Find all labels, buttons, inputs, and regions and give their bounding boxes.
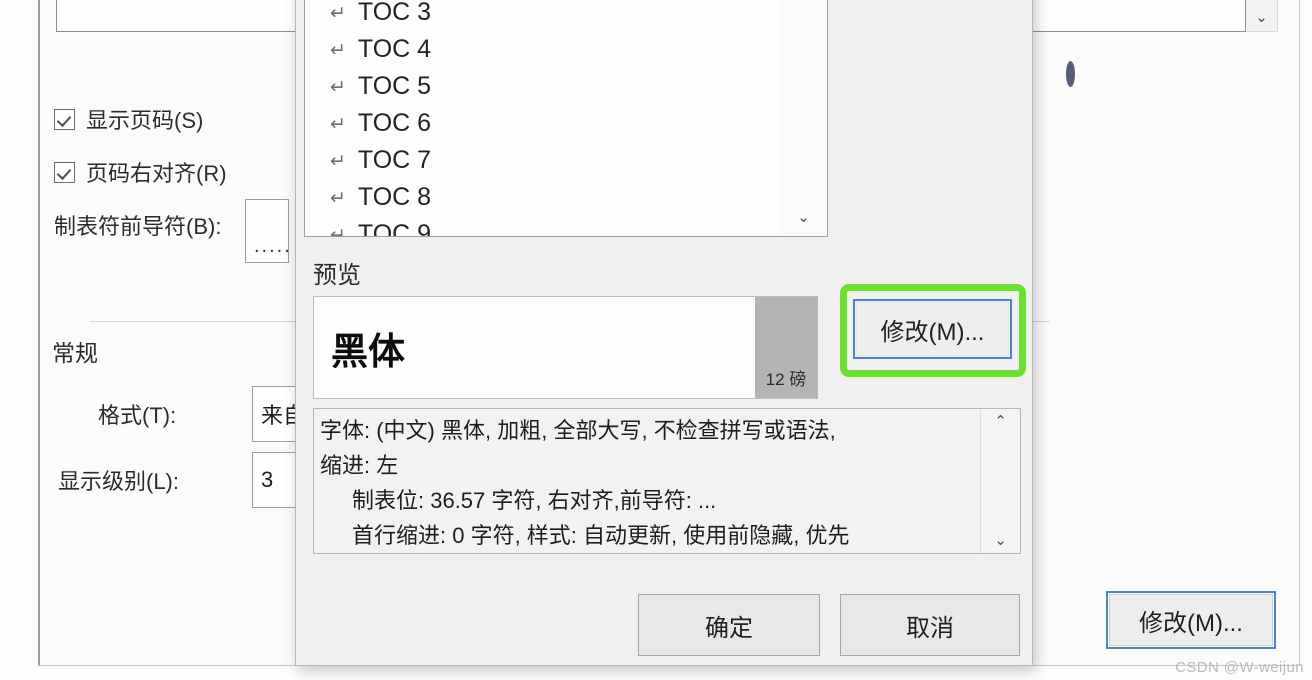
styles-listbox-scrollbar[interactable]: ⌄ [781, 0, 826, 236]
list-item-label: TOC 9 [357, 220, 432, 237]
list-item-label: TOC 6 [357, 109, 432, 137]
list-item[interactable]: ↵ TOC 4 [305, 31, 827, 68]
desc-line-1: 缩进: 左 [320, 453, 399, 478]
list-item-label: TOC 8 [357, 183, 432, 211]
desc-line-3: 首行缩进: 0 字符, 样式: 自动更新, 使用前隐藏, 优先 [352, 523, 850, 548]
styles-listbox[interactable]: ↵ TOC 3 ↵ TOC 4 ↵ TOC 5 ↵ TOC 6 ↵ TOC 7 ↵ TOC 8 ↵ TOC… [304, 0, 828, 237]
chevron-down-icon[interactable]: ⌄ [797, 210, 810, 225]
style-description-box: 字体: (中文) 黑体, 加粗, 全部大写, 不检查拼写或语法, 缩进: 左 制… [313, 408, 1021, 554]
chevron-down-icon[interactable]: ⌄ [994, 533, 1007, 548]
right-align-page-numbers-checkbox[interactable]: 页码右对齐(R) [54, 156, 227, 188]
paragraph-mark-icon: ↵ [330, 149, 346, 172]
checkbox-box[interactable] [54, 108, 75, 130]
ok-button[interactable]: 确定 [638, 594, 820, 656]
paragraph-mark-icon: ↵ [330, 75, 346, 98]
checkbox-box[interactable] [54, 161, 75, 183]
list-item-label: TOC 7 [357, 146, 432, 174]
screenshot-root: ⌄ 显示页码(S) 页码右对齐(R) 制表符前导符(B): ...... 格式(… [0, 0, 1312, 680]
partial-control-edge [1066, 61, 1075, 87]
paragraph-mark-icon: ↵ [330, 186, 346, 209]
style-preview-box: 黑体 12 磅 [313, 296, 818, 399]
preview-font-size-label: 12 磅 [755, 297, 817, 398]
description-scrollbar[interactable]: ⌃ ⌄ [980, 409, 1020, 553]
paragraph-mark-icon: ↵ [330, 38, 346, 61]
preview-sample-text: 黑体 [331, 329, 405, 373]
paragraph-mark-icon: ↵ [330, 112, 346, 135]
list-item[interactable]: ↵ TOC 9 [305, 216, 827, 237]
chevron-up-icon[interactable]: ⌃ [994, 414, 1007, 429]
desc-line-0: 字体: (中文) 黑体, 加粗, 全部大写, 不检查拼写或语法, [320, 418, 836, 443]
desc-line-2: 制表位: 36.57 字符, 右对齐,前导符: ... [352, 488, 717, 513]
list-item-label: TOC 3 [357, 0, 432, 26]
modify-button-highlight-annotation [840, 284, 1026, 377]
tab-leader-select[interactable]: ...... [245, 199, 289, 263]
bg-modify-button-focus-ring [1106, 591, 1276, 649]
watermark-label: CSDN @W-weijun [1175, 659, 1304, 676]
general-group-title: 常规 [52, 334, 108, 368]
list-item[interactable]: ↵ TOC 8 [305, 179, 827, 216]
format-label: 格式(T): [98, 403, 177, 428]
right-align-page-numbers-label: 页码右对齐(R) [86, 161, 227, 186]
paragraph-mark-icon: ↵ [330, 1, 346, 24]
list-item[interactable]: ↵ TOC 7 [305, 142, 827, 179]
list-item-label: TOC 5 [357, 72, 432, 100]
styles-list-items: ↵ TOC 3 ↵ TOC 4 ↵ TOC 5 ↵ TOC 6 ↵ TOC 7 ↵ TOC 8 ↵ TOC… [305, 0, 827, 237]
cancel-button[interactable]: 取消 [840, 594, 1020, 656]
list-item[interactable]: ↵ TOC 3 [305, 0, 827, 31]
show-page-numbers-checkbox[interactable]: 显示页码(S) [54, 103, 203, 135]
paragraph-mark-icon: ↵ [330, 223, 346, 237]
show-page-numbers-label: 显示页码(S) [86, 108, 204, 133]
print-preview-scrollbar[interactable]: ⌄ [1246, 0, 1278, 32]
style-description-text: 字体: (中文) 黑体, 加粗, 全部大写, 不检查拼写或语法, 缩进: 左 制… [314, 409, 980, 553]
show-levels-label: 显示级别(L): [58, 469, 180, 494]
preview-section-label: 预览 [313, 262, 361, 289]
list-item[interactable]: ↵ TOC 5 [305, 68, 827, 105]
tab-leader-label: 制表符前导符(B): [54, 214, 222, 239]
list-item[interactable]: ↵ TOC 6 [305, 105, 827, 142]
list-item-label: TOC 4 [357, 35, 432, 63]
chevron-down-icon[interactable]: ⌄ [1255, 10, 1268, 25]
